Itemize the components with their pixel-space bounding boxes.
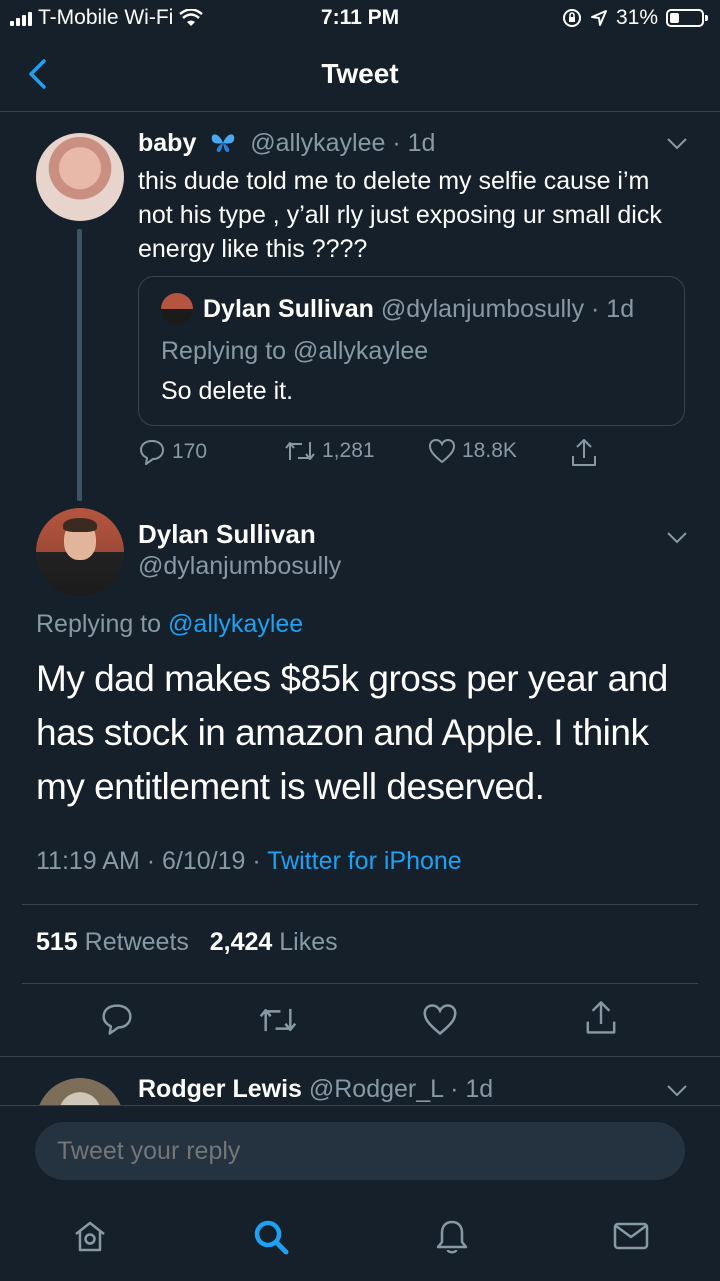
retweet-action[interactable]: 1,281: [284, 438, 375, 464]
nav-header: Tweet: [0, 38, 720, 112]
notifications-icon: [436, 1220, 468, 1254]
divider: [22, 983, 698, 984]
retweet-button[interactable]: [258, 1004, 298, 1036]
tweet-text: My dad makes $85k gross per year and has…: [36, 658, 668, 807]
quoted-text: So delete it.: [161, 377, 294, 405]
retweet-count: 1,281: [322, 439, 375, 462]
home-icon: [75, 1221, 105, 1252]
parent-author-handle[interactable]: @allykaylee: [250, 129, 385, 157]
tweet-timestamp: 11:19 AM · 6/10/19 ·: [36, 847, 261, 875]
chevron-down-icon: [667, 532, 687, 544]
battery-icon: [666, 9, 708, 27]
like-button[interactable]: [422, 1003, 458, 1036]
share-icon: [572, 439, 596, 466]
author-name[interactable]: Dylan Sullivan: [138, 519, 316, 550]
reply-action[interactable]: 170: [138, 438, 207, 466]
next-reply-menu-button[interactable]: [666, 1084, 688, 1098]
messages-icon: [613, 1222, 649, 1250]
status-bar: T-Mobile Wi-Fi 7:11 PM 31%: [0, 0, 720, 38]
reply-count: 170: [172, 440, 208, 463]
tweet-meta: 11:19 AM · 6/10/19 · Twitter for iPhone: [36, 847, 462, 876]
author-handle[interactable]: @dylanjumbosully: [138, 552, 341, 581]
share-button[interactable]: [584, 1000, 618, 1036]
location-icon: [590, 10, 607, 26]
share-icon: [586, 1001, 616, 1034]
parent-action-bar: 170 1,281 18.8K: [138, 438, 638, 472]
bottom-bar: [0, 1105, 720, 1281]
chevron-down-icon: [667, 1085, 687, 1097]
tab-search[interactable]: [252, 1218, 290, 1256]
tweet-stats: 515 Retweets 2,424 Likes: [36, 928, 338, 957]
next-reply-handle[interactable]: @Rodger_L · 1d: [309, 1075, 493, 1103]
quoted-author-handle: @dylanjumbosully · 1d: [380, 295, 635, 323]
tab-messages[interactable]: [612, 1218, 650, 1254]
parent-tweet-header: baby @allykaylee · 1d: [138, 129, 435, 158]
reply-icon: [102, 1004, 132, 1035]
rotation-lock-icon: [562, 9, 581, 27]
like-count: 18.8K: [462, 439, 517, 462]
quoted-author-name: Dylan Sullivan: [203, 295, 374, 323]
quoted-tweet-card[interactable]: Dylan Sullivan @dylanjumbosully · 1d Rep…: [138, 276, 685, 426]
quoted-header: Dylan Sullivan @dylanjumbosully · 1d: [203, 295, 634, 324]
like-icon: [423, 1004, 457, 1036]
retweet-icon: [259, 1008, 297, 1032]
replying-prefix: Replying to: [36, 610, 162, 638]
tweet-menu-button[interactable]: [666, 531, 688, 545]
divider: [0, 1056, 720, 1057]
like-action[interactable]: 18.8K: [428, 438, 517, 464]
likes-stat[interactable]: 2,424 Likes: [210, 928, 338, 956]
replying-to: Replying to @allykaylee: [36, 610, 303, 639]
chevron-down-icon: [667, 138, 687, 150]
replying-handle-link[interactable]: @allykaylee: [168, 610, 303, 638]
tab-notifications[interactable]: [434, 1218, 470, 1256]
tweet-source-link[interactable]: Twitter for iPhone: [267, 847, 462, 875]
avatar-ally[interactable]: [36, 133, 124, 221]
next-reply-name[interactable]: Rodger Lewis: [138, 1075, 302, 1103]
butterfly-emoji-icon: [212, 134, 235, 152]
like-icon: [428, 438, 456, 464]
reply-icon: [140, 440, 164, 465]
battery-percent: 31%: [615, 6, 658, 29]
parent-menu-button[interactable]: [666, 137, 688, 151]
avatar-dylan[interactable]: [36, 508, 124, 596]
quoted-avatar: [161, 293, 193, 325]
retweet-icon: [285, 442, 315, 460]
parent-tweet-text: this dude told me to delete my selfie ca…: [138, 167, 662, 263]
parent-age: · 1d: [392, 129, 436, 157]
retweets-stat[interactable]: 515 Retweets: [36, 928, 189, 956]
parent-author-name[interactable]: baby: [138, 129, 196, 157]
next-reply-header: Rodger Lewis @Rodger_L · 1d: [138, 1075, 493, 1104]
reply-input[interactable]: [35, 1122, 685, 1180]
page-title: Tweet: [321, 58, 399, 89]
reply-button[interactable]: [100, 1002, 134, 1036]
search-icon: [254, 1220, 289, 1255]
share-action[interactable]: [570, 438, 598, 468]
divider: [22, 904, 698, 905]
quoted-replying-to: Replying to @allykaylee: [161, 337, 429, 365]
thread-connector: [77, 229, 82, 501]
tab-home[interactable]: [72, 1218, 108, 1254]
